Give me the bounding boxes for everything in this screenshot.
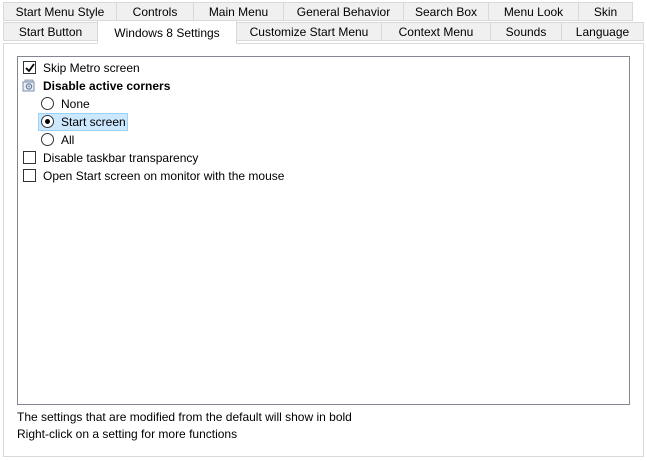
tab-main-menu[interactable]: Main Menu (193, 2, 284, 21)
disable-taskbar-transparency-checkbox[interactable] (23, 151, 36, 164)
radio-row-none[interactable]: None (18, 95, 629, 113)
tab-panel: Skip Metro screen Disable active corners… (3, 43, 644, 457)
checkmark-icon (25, 63, 35, 73)
tab-context-menu[interactable]: Context Menu (381, 22, 491, 41)
tab-start-button[interactable]: Start Button (3, 22, 98, 41)
setting-skip-metro[interactable]: Skip Metro screen (18, 59, 629, 77)
open-start-on-monitor-label: Open Start screen on monitor with the mo… (43, 169, 285, 183)
radio-row-all[interactable]: All (18, 131, 629, 149)
radio-row-start-screen[interactable]: Start screen (18, 113, 629, 131)
radio-start-screen[interactable] (41, 115, 54, 128)
tab-sounds[interactable]: Sounds (490, 22, 562, 41)
settings-dialog: Start Menu Style Controls Main Menu Gene… (0, 0, 647, 461)
skip-metro-checkbox[interactable] (23, 61, 36, 74)
disable-active-corners-label: Disable active corners (43, 79, 171, 93)
tab-general-behavior[interactable]: General Behavior (283, 2, 404, 21)
settings-tree[interactable]: Skip Metro screen Disable active corners… (17, 56, 630, 405)
tab-menu-look[interactable]: Menu Look (488, 2, 579, 21)
radio-start-screen-label: Start screen (61, 115, 126, 129)
radio-none[interactable] (41, 97, 54, 110)
footer-hint-bold: The settings that are modified from the … (17, 410, 352, 424)
setting-disable-taskbar-transparency[interactable]: Disable taskbar transparency (18, 149, 629, 167)
open-start-on-monitor-checkbox[interactable] (23, 169, 36, 182)
tab-start-menu-style[interactable]: Start Menu Style (3, 2, 117, 21)
tab-search-box[interactable]: Search Box (403, 2, 489, 21)
skip-metro-label: Skip Metro screen (43, 61, 140, 75)
tab-customize-start-menu[interactable]: Customize Start Menu (236, 22, 382, 41)
setting-disable-active-corners[interactable]: Disable active corners (18, 77, 629, 95)
radio-all[interactable] (41, 133, 54, 146)
radio-none-label: None (61, 97, 90, 111)
tab-skin[interactable]: Skin (578, 2, 633, 21)
tab-language[interactable]: Language (561, 22, 644, 41)
tab-windows-8-settings[interactable]: Windows 8 Settings (97, 20, 237, 44)
disable-taskbar-transparency-label: Disable taskbar transparency (43, 151, 199, 165)
settings-group-icon (22, 79, 35, 92)
radio-all-label: All (61, 133, 75, 147)
footer-hint-right-click: Right-click on a setting for more functi… (17, 427, 238, 441)
setting-open-start-on-monitor[interactable]: Open Start screen on monitor with the mo… (18, 167, 629, 185)
tab-controls[interactable]: Controls (116, 2, 194, 21)
